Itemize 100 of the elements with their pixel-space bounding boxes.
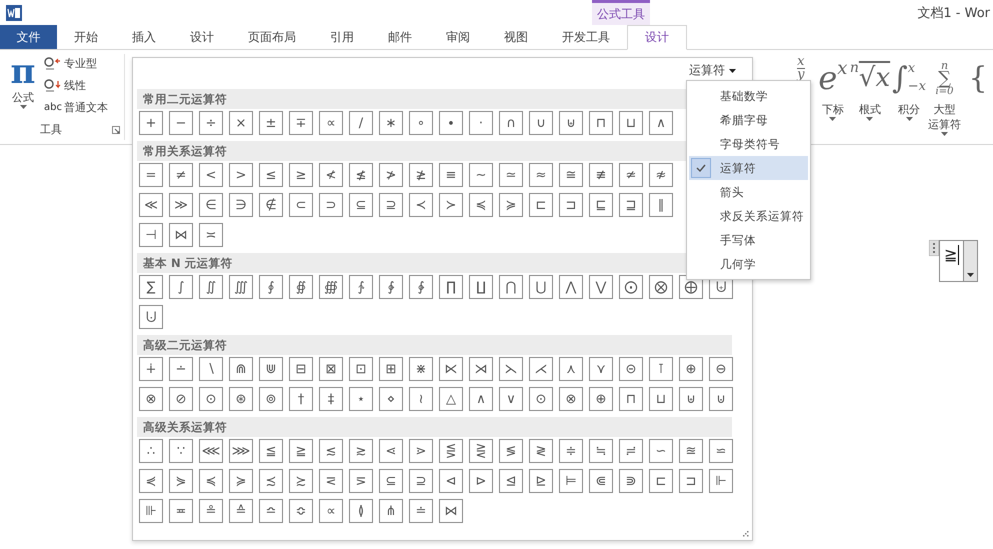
symbol-button[interactable]: ⊗ (139, 387, 163, 411)
symbol-button[interactable]: > (229, 163, 253, 187)
dialog-launcher-icon[interactable] (112, 126, 120, 134)
ribbon-tab[interactable]: 视图 (487, 25, 545, 49)
symbol-button[interactable]: ÷ (199, 111, 223, 135)
symbol-button[interactable]: ∽ (649, 439, 673, 463)
symbol-button[interactable]: ≢ (589, 163, 613, 187)
symbol-button[interactable]: ⋓ (259, 357, 283, 381)
symbol-button[interactable]: ≺ (409, 193, 433, 217)
symbol-button[interactable]: ⋞ (139, 469, 163, 493)
symbol-button[interactable]: ⊗ (559, 387, 583, 411)
symbol-button[interactable]: ≿ (289, 469, 313, 493)
symbol-button[interactable]: ≤ (259, 163, 283, 187)
symbol-button[interactable]: ∓ (289, 111, 313, 135)
symbol-button[interactable]: ‡ (319, 387, 343, 411)
symbol-button[interactable]: ⨀ (619, 275, 643, 299)
symbol-button[interactable]: ⊡ (349, 357, 373, 381)
symbol-button[interactable]: ≾ (259, 469, 283, 493)
symbol-button[interactable]: ≊ (679, 439, 703, 463)
symbol-button[interactable]: ⊕ (679, 357, 703, 381)
menu-item[interactable]: 求反关系运算符 (689, 204, 808, 228)
symbol-button[interactable]: ∨ (499, 387, 523, 411)
symbol-button[interactable]: ≖ (169, 499, 193, 523)
symbol-button[interactable]: ⊇ (409, 469, 433, 493)
symbol-button[interactable]: ⋗ (409, 439, 433, 463)
menu-item[interactable]: 字母类符号 (689, 132, 808, 156)
symbol-button[interactable]: ≽ (229, 469, 253, 493)
menu-item[interactable]: 箭头 (689, 180, 808, 204)
symbol-button[interactable]: ⊪ (139, 499, 163, 523)
symbol-button[interactable]: ⋍ (709, 439, 733, 463)
symbol-button[interactable]: ⊛ (229, 387, 253, 411)
symbol-button[interactable]: ⊂ (289, 193, 313, 217)
symbol-button[interactable]: ≃ (499, 163, 523, 187)
symbol-button[interactable]: † (289, 387, 313, 411)
symbol-button[interactable]: − (169, 111, 193, 135)
structure-button[interactable]: n ∑ i=0 大型 运算符 (928, 54, 961, 144)
menu-item[interactable]: 基础数学 (689, 84, 808, 108)
symbol-button[interactable]: ⋌ (529, 357, 553, 381)
symbol-button[interactable]: ⨃ (139, 305, 163, 329)
symbol-button[interactable]: ⊙ (529, 387, 553, 411)
symbol-button[interactable]: ⋅ (469, 111, 493, 135)
symbol-button[interactable]: ⊎ (679, 387, 703, 411)
symbol-button[interactable]: ∈ (199, 193, 223, 217)
symbol-button[interactable]: ⊆ (349, 193, 373, 217)
symbol-button[interactable]: ∳ (409, 275, 433, 299)
symbol-button[interactable]: ⊐ (559, 193, 583, 217)
resize-grip-icon[interactable] (742, 530, 749, 537)
symbol-button[interactable]: ⊠ (319, 357, 343, 381)
menu-item[interactable]: 运算符 (689, 156, 808, 180)
symbol-button[interactable]: ⊏ (529, 193, 553, 217)
symbol-button[interactable]: ≲ (319, 439, 343, 463)
symbol-button[interactable]: + (139, 111, 163, 135)
symbol-button[interactable]: ⊣ (139, 223, 163, 247)
symbol-button[interactable]: ⊟ (289, 357, 313, 381)
symbol-button[interactable]: ∧ (469, 387, 493, 411)
symbol-button[interactable]: ≥ (289, 163, 313, 187)
symbol-button[interactable]: ≬ (349, 499, 373, 523)
symbol-button[interactable]: ⊆ (379, 469, 403, 493)
symbol-button[interactable]: ∴ (139, 439, 163, 463)
symbol-button[interactable]: ≏ (259, 499, 283, 523)
symbol-button[interactable]: ⋉ (439, 357, 463, 381)
symbol-button[interactable]: ∕ (349, 111, 373, 135)
symbol-button[interactable]: ⋖ (379, 439, 403, 463)
symbol-button[interactable]: ⊕ (589, 387, 613, 411)
symbol-button[interactable]: ≫ (169, 193, 193, 217)
symbol-button[interactable]: ∰ (319, 275, 343, 299)
symbol-button[interactable]: ⋜ (319, 469, 343, 493)
symbol-button[interactable]: ≦ (259, 439, 283, 463)
menu-item[interactable]: 手写体 (689, 228, 808, 252)
symbol-button[interactable]: △ (439, 387, 463, 411)
symbol-button[interactable]: ⋚ (439, 439, 463, 463)
equation-options-button[interactable] (963, 240, 978, 282)
symbol-button[interactable]: ≄ (619, 163, 643, 187)
symbol-button[interactable]: ≅ (559, 163, 583, 187)
symbol-button[interactable]: × (229, 111, 253, 135)
symbol-button[interactable]: ≰ (349, 163, 373, 187)
symbol-button[interactable]: ∼ (469, 163, 493, 187)
symbol-button[interactable]: ⋊ (469, 357, 493, 381)
file-tab[interactable]: 文件 (0, 25, 57, 49)
symbol-button[interactable]: ≈ (529, 163, 553, 187)
symbol-button[interactable]: ⊞ (379, 357, 403, 381)
symbol-button[interactable]: ≧ (289, 439, 313, 463)
symbol-button[interactable]: ⋟ (169, 469, 193, 493)
symbol-button[interactable]: ∲ (379, 275, 403, 299)
symbol-button[interactable]: ⊓ (589, 111, 613, 135)
symbol-button[interactable]: ∔ (139, 357, 163, 381)
symbol-button[interactable]: ∵ (169, 439, 193, 463)
symbol-button[interactable]: ∬ (199, 275, 223, 299)
symbol-button[interactable]: ⋎ (589, 357, 613, 381)
symbol-button[interactable]: ⊓ (619, 387, 643, 411)
symbol-button[interactable]: ∙ (439, 111, 463, 135)
symbol-button[interactable]: ⋁ (589, 275, 613, 299)
symbol-button[interactable]: ≉ (649, 163, 673, 187)
symbol-button[interactable]: ∭ (229, 275, 253, 299)
equation-button[interactable]: π 公式 (8, 54, 38, 122)
ribbon-tab[interactable]: 开发工具 (545, 25, 627, 49)
symbol-button[interactable]: ≐ (409, 499, 433, 523)
symbol-button[interactable]: ∩ (499, 111, 523, 135)
symbol-button[interactable]: ≻ (439, 193, 463, 217)
symbol-button[interactable]: ⋛ (469, 439, 493, 463)
